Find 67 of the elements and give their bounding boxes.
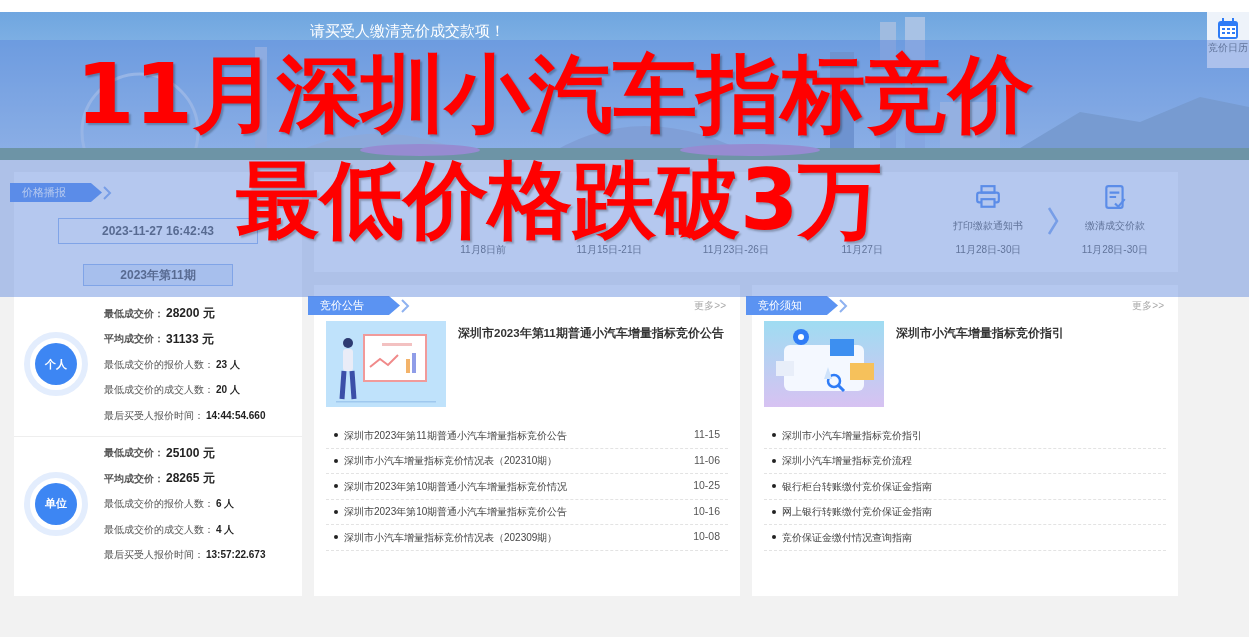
calendar-icon	[1217, 18, 1239, 40]
group-badge: 个人	[35, 343, 77, 385]
step-date: 11月28日-30日	[1081, 243, 1148, 257]
headline-text: 11月深圳小汽车指标竞价	[76, 52, 1033, 136]
stat-value: 23 人	[216, 357, 240, 372]
chevron-icon	[400, 297, 410, 314]
stat-label: 最低成交价：	[104, 446, 164, 460]
item-date: 11-06	[693, 452, 720, 468]
stat-label: 最低成交价的报价人数：	[104, 357, 214, 372]
stat-value: 13:57:22.673	[206, 548, 266, 562]
calendar-label: 竞价日历	[1208, 42, 1248, 54]
stat-value: 25100 元	[166, 444, 215, 462]
list-link[interactable]: 深圳市2023年第10期普通小汽车增量指标竞价情况	[344, 478, 568, 494]
bullet-icon	[334, 535, 338, 540]
list-link[interactable]: 网上银行转账缴付竞价保证金指南	[782, 504, 932, 520]
bullet-icon	[772, 484, 776, 489]
period-label: 2023年第11期	[83, 264, 233, 286]
step-label: 打印缴款通知书	[953, 219, 1024, 233]
bullet-icon	[334, 458, 338, 463]
stat-label: 最低成交价的报价人数：	[104, 497, 214, 511]
stat-label: 最后买受人报价时间：	[104, 548, 204, 562]
item-date: 11-15	[693, 427, 720, 443]
step-date: 11月27日	[841, 243, 883, 257]
stat-value: 20 人	[216, 383, 240, 397]
bullet-icon	[772, 535, 776, 540]
stat-label: 平均成交价：	[104, 332, 164, 346]
chevron-icon	[102, 184, 112, 201]
step-label: 缴清成交价款	[1084, 219, 1145, 233]
group-badge: 单位	[35, 482, 77, 525]
stat-label: 最低成交价：	[104, 306, 164, 321]
step-date: 11月15日-21日	[576, 243, 643, 257]
chevron-icon	[1045, 206, 1060, 236]
step-date: 11月23日-26日	[702, 243, 769, 257]
list-link[interactable]: 深圳市2023年第10期普通小汽车增量指标竞价公告	[344, 504, 568, 520]
notice-text: 请买受人缴清竞价成交款项！	[310, 21, 505, 40]
bullet-icon	[334, 433, 338, 438]
stat-value: 6 人	[216, 497, 235, 511]
stat-value: 28265 元	[166, 470, 215, 487]
bullet-icon	[772, 433, 776, 438]
item-date: 10-16	[693, 503, 720, 519]
list-link[interactable]: 深圳市小汽车增量指标竞价指引	[782, 427, 922, 443]
stat-label: 最低成交价的成交人数：	[104, 522, 214, 537]
stat-value: 31133 元	[166, 330, 215, 348]
stat-value: 4 人	[216, 522, 235, 537]
stat-value: 28200 元	[166, 305, 215, 322]
stat-label: 平均成交价：	[104, 471, 164, 486]
stat-label: 最后买受人报价时间：	[104, 408, 204, 423]
list-link[interactable]: 深圳小汽车增量指标竞价流程	[782, 453, 912, 469]
bullet-icon	[772, 458, 776, 463]
feature-title[interactable]: 深圳市小汽车增量指标竞价指引	[896, 325, 1064, 407]
list-link[interactable]: 银行柜台转账缴付竞价保证金指南	[782, 478, 932, 494]
step-date: 11月8日前	[460, 243, 507, 257]
printer-icon	[975, 184, 1002, 210]
chevron-icon	[838, 297, 848, 314]
item-date: 10-25	[693, 478, 720, 494]
item-date: 10-08	[693, 529, 720, 545]
feature-title[interactable]: 深圳市2023年第11期普通小汽车增量指标竞价公告	[458, 325, 724, 407]
list-link[interactable]: 竞价保证金缴付情况查询指南	[782, 529, 912, 545]
list-link[interactable]: 深圳市小汽车增量指标竞价情况表（202309期）	[344, 529, 558, 545]
bullet-icon	[772, 509, 776, 514]
bullet-icon	[334, 509, 338, 514]
list-link[interactable]: 深圳市2023年第11期普通小汽车增量指标竞价公告	[344, 427, 567, 443]
list-link[interactable]: 深圳市小汽车增量指标竞价情况表（202310期）	[344, 453, 558, 469]
step-date: 11月28日-30日	[955, 243, 1022, 257]
stat-value: 14:44:54.660	[206, 408, 266, 423]
stat-label: 最低成交价的成交人数：	[104, 383, 214, 397]
bullet-icon	[334, 484, 338, 489]
